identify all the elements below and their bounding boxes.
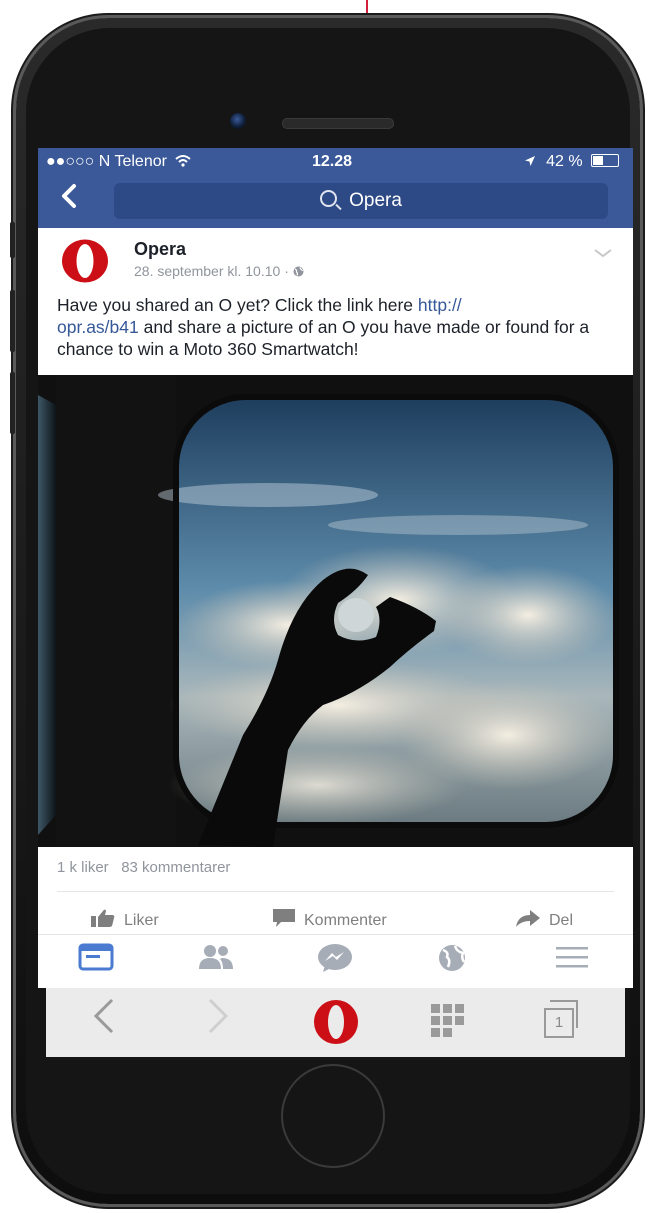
phone-screen: ●●○○○ N Telenor 12.28 42 % Opera Opera 2… — [38, 148, 633, 988]
home-button[interactable] — [281, 1064, 385, 1168]
forward-arrow-icon — [208, 998, 229, 1034]
tab-more[interactable] — [554, 943, 594, 977]
reaction-counts[interactable]: 1 k liker 83 kommentarer — [57, 859, 230, 876]
earpiece-speaker — [282, 118, 394, 129]
like-count[interactable]: 1 k liker — [57, 859, 109, 876]
comment-label: Kommenter — [304, 912, 387, 929]
carrier-text: ●●○○○ N Telenor — [46, 153, 167, 170]
tab-friends[interactable] — [196, 943, 236, 977]
location-arrow-icon — [524, 156, 535, 166]
comment-count[interactable]: 83 kommentarer — [121, 859, 230, 876]
chevron-down-icon — [594, 249, 612, 258]
news-feed-icon — [78, 943, 114, 971]
post-options-button[interactable] — [593, 242, 613, 263]
comment-bubble-icon — [273, 909, 295, 927]
wifi-icon — [175, 155, 192, 167]
front-camera — [230, 113, 246, 129]
back-chevron-icon — [62, 184, 76, 208]
speed-dial-button[interactable] — [430, 1000, 466, 1050]
action-divider — [57, 891, 614, 892]
search-text: Opera — [349, 190, 402, 211]
post-date[interactable]: 28. september kl. 10.10 · — [134, 263, 304, 279]
tabs-icon: 1 — [542, 1000, 584, 1042]
opera-logo-icon — [314, 1000, 358, 1044]
friends-icon — [199, 945, 233, 969]
tab-notifications[interactable] — [434, 943, 474, 977]
airplane-window-photo — [38, 375, 633, 847]
carrier-label: ●●○○○ N Telenor — [46, 153, 192, 171]
opera-menu-button[interactable] — [312, 998, 360, 1057]
post-photo[interactable] — [38, 375, 633, 847]
share-button[interactable]: Del — [515, 908, 573, 930]
bottom-tab-bar — [38, 934, 633, 988]
battery-status: 42 % — [524, 153, 619, 171]
globe-icon — [293, 266, 304, 277]
battery-fill — [593, 156, 603, 165]
tab-messenger[interactable] — [316, 943, 356, 977]
battery-icon — [591, 154, 619, 167]
volume-down-button — [10, 372, 15, 434]
like-label: Liker — [124, 912, 159, 929]
mute-switch — [10, 222, 15, 258]
tab-news-feed[interactable] — [78, 943, 118, 977]
share-label: Del — [549, 912, 574, 929]
post-date-text: 28. september kl. 10.10 · — [134, 263, 293, 279]
post-text-part1: Have you shared an O yet? Click the link… — [57, 295, 418, 315]
tab-count: 1 — [544, 1008, 574, 1038]
status-bar: ●●○○○ N Telenor 12.28 42 % — [38, 152, 633, 174]
volume-up-button — [10, 290, 15, 352]
facebook-header: ●●○○○ N Telenor 12.28 42 % Opera — [38, 148, 633, 228]
post-text: Have you shared an O yet? Click the link… — [57, 294, 622, 360]
share-arrow-icon — [516, 910, 540, 927]
browser-forward-button[interactable] — [204, 996, 232, 1047]
battery-percent: 42 % — [546, 153, 583, 170]
like-button[interactable]: Liker — [90, 908, 159, 930]
back-button[interactable] — [60, 183, 78, 216]
opera-logo-avatar[interactable] — [60, 238, 110, 284]
browser-back-button[interactable] — [90, 996, 118, 1047]
globe-icon — [439, 945, 466, 971]
search-field[interactable]: Opera — [114, 183, 608, 219]
back-arrow-icon — [93, 998, 114, 1034]
search-icon — [320, 190, 338, 207]
grid-icon — [431, 1004, 464, 1037]
page-name[interactable]: Opera — [134, 239, 186, 260]
status-time: 12.28 — [312, 153, 353, 170]
tabs-button[interactable]: 1 — [542, 1000, 584, 1042]
thumbs-up-icon — [91, 909, 115, 927]
comment-button[interactable]: Kommenter — [272, 908, 387, 930]
hamburger-menu-icon — [556, 947, 588, 968]
messenger-icon — [318, 944, 352, 972]
opera-browser-toolbar: 1 — [46, 988, 625, 1057]
